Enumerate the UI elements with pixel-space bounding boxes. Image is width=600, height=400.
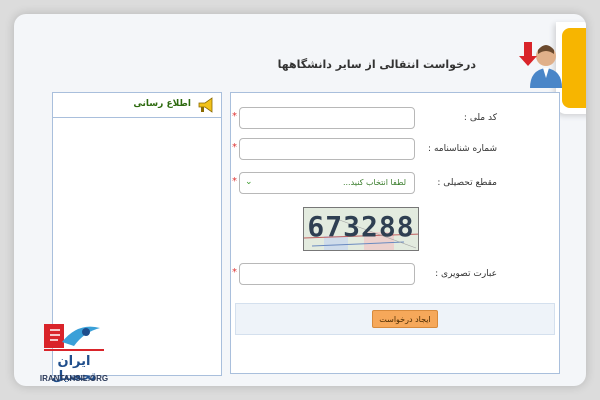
required-marker: * bbox=[232, 176, 237, 187]
corner-badge-fill bbox=[562, 28, 586, 108]
page-title: درخواست انتقالی از سایر دانشگاهها bbox=[277, 58, 476, 71]
required-marker: * bbox=[232, 111, 237, 122]
news-panel-header: اطلاع رسانی bbox=[53, 93, 221, 118]
birth-certificate-input[interactable] bbox=[239, 138, 415, 160]
captcha-answer-input[interactable] bbox=[239, 263, 415, 285]
required-marker: * bbox=[232, 267, 237, 278]
logo: ایران تحصیل IRANTAHSIL.ORG bbox=[34, 320, 114, 386]
create-request-button[interactable]: ایجاد درخواست bbox=[372, 310, 438, 328]
chevron-down-icon: ⌄ bbox=[245, 177, 253, 187]
logo-site-url: IRANTAHSIL.ORG bbox=[39, 374, 109, 383]
education-level-row: * لطفا انتخاب کنید... ⌄ مقطع تحصیلی : bbox=[231, 172, 559, 198]
national-code-label: کد ملی : bbox=[463, 113, 497, 123]
national-code-row: * کد ملی : bbox=[231, 107, 559, 133]
education-level-label: مقطع تحصیلی : bbox=[437, 178, 497, 188]
captcha-answer-row: * عبارت تصویری : bbox=[231, 263, 559, 289]
user-download-icon bbox=[519, 42, 562, 88]
captcha-text: 673288 bbox=[307, 210, 415, 243]
captcha-image: 673288 bbox=[303, 207, 419, 251]
transfer-form: * کد ملی : * شماره شناسنامه : * لطفا انت… bbox=[230, 92, 560, 374]
birth-certificate-label: شماره شناسنامه : bbox=[428, 144, 497, 154]
submit-bar: ایجاد درخواست bbox=[235, 303, 555, 335]
birth-certificate-row: * شماره شناسنامه : bbox=[231, 138, 559, 164]
app-window: درخواست انتقالی از سایر دانشگاهها اطلاع … bbox=[14, 14, 586, 386]
captcha-answer-label: عبارت تصویری : bbox=[435, 269, 497, 279]
education-level-select[interactable]: لطفا انتخاب کنید... ⌄ bbox=[239, 172, 415, 194]
news-panel-title: اطلاع رسانی bbox=[133, 99, 191, 109]
national-code-input[interactable] bbox=[239, 107, 415, 129]
required-marker: * bbox=[232, 142, 237, 153]
megaphone-icon bbox=[198, 97, 213, 113]
education-level-selected: لطفا انتخاب کنید... bbox=[342, 178, 406, 187]
